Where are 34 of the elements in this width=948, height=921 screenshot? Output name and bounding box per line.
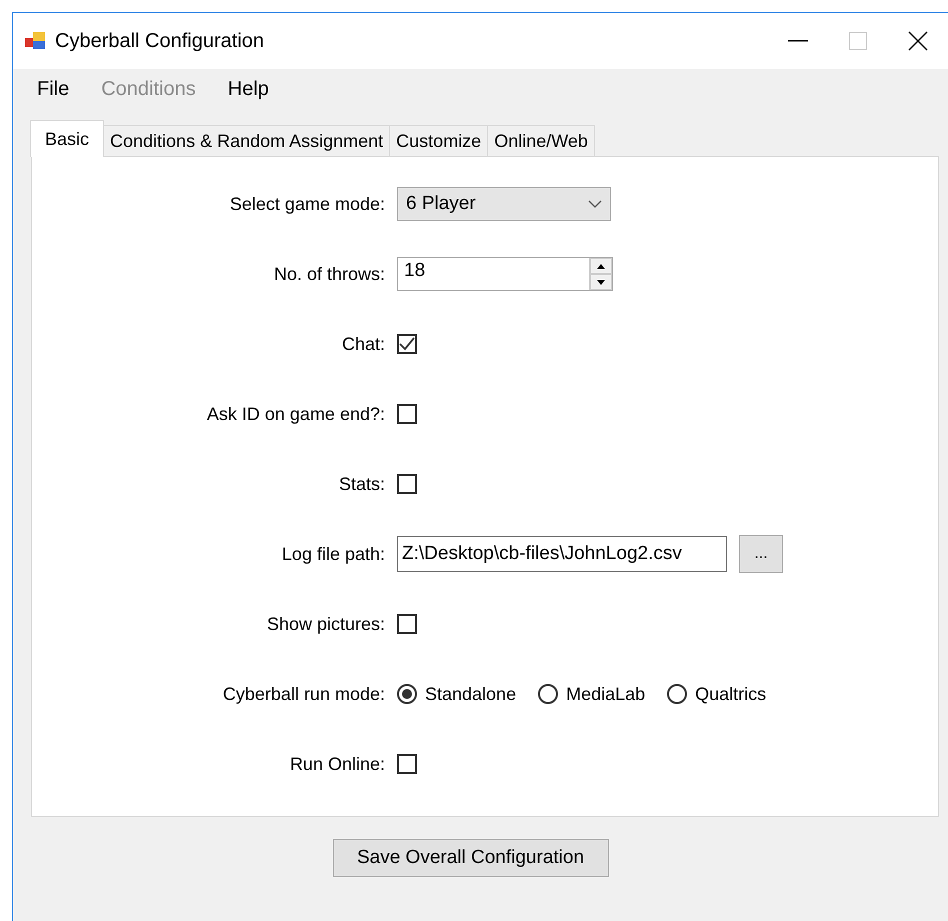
checkbox[interactable] xyxy=(397,614,417,634)
field-label: Chat: xyxy=(342,334,386,354)
checkbox[interactable] xyxy=(397,754,417,774)
radio-label: Qualtrics xyxy=(695,684,766,704)
tab[interactable]: Basic xyxy=(30,120,104,157)
radio-button[interactable] xyxy=(538,684,558,704)
checkbox[interactable] xyxy=(397,404,417,424)
field-label: Ask ID on game end?: xyxy=(206,404,386,424)
app-icon xyxy=(25,31,47,51)
field-label: Stats: xyxy=(338,474,386,494)
radio-button[interactable] xyxy=(397,684,417,704)
radio-button[interactable] xyxy=(667,684,688,704)
browse-button[interactable]: ... xyxy=(739,535,783,573)
save-button[interactable]: Save Overall Configuration xyxy=(332,839,608,877)
radio-label: Standalone xyxy=(425,684,516,704)
game-mode-dropdown[interactable]: 6 Player xyxy=(397,187,611,221)
log-path-field[interactable]: Z:\Desktop\cb-files\JohnLog2.csv xyxy=(397,536,727,572)
throws-spinner[interactable]: 18 xyxy=(397,257,613,291)
menu-item[interactable]: File xyxy=(23,78,84,100)
checkbox[interactable] xyxy=(397,334,417,354)
field-label: Select game mode: xyxy=(230,194,386,214)
radio-label: MediaLab xyxy=(566,684,646,704)
field-label: Cyberball run mode: xyxy=(222,684,386,704)
decrement-icon[interactable] xyxy=(590,274,612,290)
tab[interactable]: Online/Web xyxy=(487,125,595,157)
window-title: Cyberball Configuration xyxy=(55,30,266,52)
chevron-down-icon xyxy=(588,200,602,208)
field-label: No. of throws: xyxy=(274,264,386,284)
checkbox[interactable] xyxy=(397,474,417,494)
increment-icon[interactable] xyxy=(590,258,612,274)
field-label: Show pictures: xyxy=(266,614,386,634)
field-label: Log file path: xyxy=(282,544,386,564)
field-label: Run Online: xyxy=(290,754,386,774)
menu-item[interactable]: Help xyxy=(214,78,283,100)
